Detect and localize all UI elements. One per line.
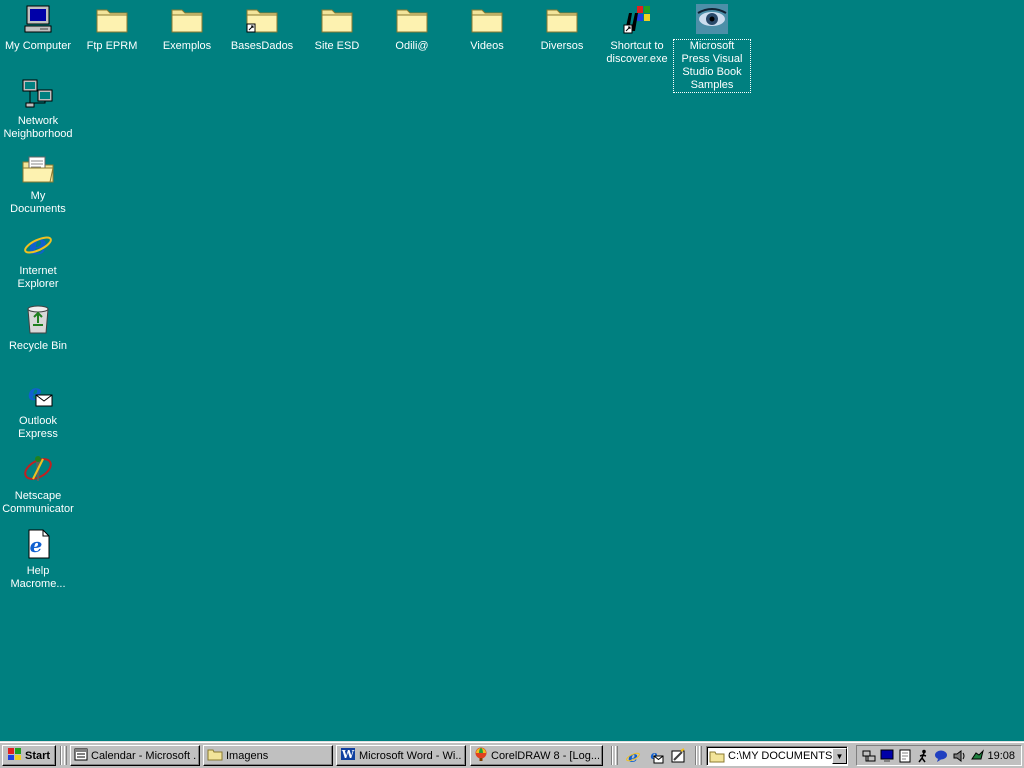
desktop-icon-site-esd[interactable]: Site ESD [299, 2, 375, 53]
coreldraw-balloon-icon [474, 747, 488, 765]
desktop-icon-label: Netscape Communicator [2, 490, 74, 515]
task-label: Calendar - Microsoft ... [91, 749, 196, 762]
desktop-icon-odili[interactable]: Odili@ [374, 2, 450, 53]
windows-logo-icon [6, 747, 22, 764]
desktop-icon-label: Videos [470, 40, 504, 52]
desktop-icon-my-computer[interactable]: My Computer [0, 2, 76, 53]
task-button-imagens[interactable]: Imagens [203, 745, 333, 766]
desktop-icon-label: Ftp EPRM [86, 40, 138, 52]
desktop-icon-label: Site ESD [314, 40, 360, 52]
task-button-coreldraw[interactable]: CorelDRAW 8 - [Log... [470, 745, 603, 766]
clock[interactable]: 19:08 [987, 750, 1021, 762]
task-button-word[interactable]: W Microsoft Word - Wi... [336, 745, 466, 766]
desktop-icon-label: Odili@ [395, 40, 429, 52]
desktop-icon-my-documents[interactable]: My Documents [0, 152, 76, 216]
desktop-icon-ftp-eprm[interactable]: Ftp EPRM [74, 2, 150, 53]
desktop-icon-label: Network Neighborhood [3, 115, 73, 140]
start-label: Start [25, 749, 51, 762]
documents-folder-icon [20, 152, 56, 186]
folder-icon [544, 2, 580, 36]
taskbar-separator [611, 746, 613, 765]
network-icon [20, 77, 56, 111]
outlook-express-icon: e [20, 377, 56, 411]
desktop-icon-outlook-express[interactable]: e Outlook Express [0, 377, 76, 441]
task-label: CorelDRAW 8 - [Log... [491, 749, 599, 762]
desktop-icon-exemplos[interactable]: Exemplos [149, 2, 225, 53]
quick-launch-grip[interactable] [615, 746, 618, 765]
desktop-icon-discover[interactable]: Shortcut to discover.exe [599, 2, 675, 66]
desktop-icon-netscape-communicator[interactable]: Netscape Communicator [0, 452, 76, 516]
eye-shortcut-icon [694, 2, 730, 36]
desktop-icon-label: Help Macrome... [10, 565, 66, 590]
folder-icon [169, 2, 205, 36]
desktop-icon-videos[interactable]: Videos [449, 2, 525, 53]
task-label: Microsoft Word - Wi... [359, 749, 462, 762]
system-tray: 19:08 [856, 745, 1022, 766]
taskbar-grip[interactable] [64, 746, 67, 765]
folder-icon [94, 2, 130, 36]
scheduler-tray-icon[interactable] [897, 748, 913, 764]
desktop-icon-recycle-bin[interactable]: Recycle Bin [0, 302, 76, 353]
desktop-icon-basesdados[interactable]: BasesDados [224, 2, 300, 53]
windows-flag-shortcut-icon [619, 2, 655, 36]
monitor-tray-icon[interactable] [879, 748, 895, 764]
word-icon: W [340, 747, 356, 764]
network-tray-icon[interactable] [861, 748, 877, 764]
desktop-icon-help-macromedia[interactable]: e Help Macrome... [0, 527, 76, 591]
help-document-icon: e [20, 527, 56, 561]
desktop-icon-ms-press[interactable]: Microsoft Press Visual Studio Book Sampl… [673, 2, 751, 93]
volume-icon[interactable] [951, 748, 967, 764]
desktop-icon-label: Recycle Bin [8, 340, 68, 352]
desktop-icon-diversos[interactable]: Diversos [524, 2, 600, 53]
desktop-icon-label: Shortcut to discover.exe [606, 40, 668, 65]
desktop-icon-network-neighborhood[interactable]: Network Neighborhood [0, 77, 76, 141]
computer-icon [20, 2, 56, 36]
quick-launch-show-desktop-icon[interactable] [669, 747, 687, 765]
desktop-icon-label: Microsoft Press Visual Studio Book Sampl… [673, 39, 751, 93]
taskbar: Start Calendar - Microsoft ... Imagens W… [0, 741, 1024, 768]
folder-icon [207, 748, 223, 764]
folder-icon [319, 2, 355, 36]
desktop-icon-internet-explorer[interactable]: e Internet Explorer [0, 227, 76, 291]
hand-tray-icon[interactable] [969, 748, 985, 764]
desktop-icon-label: Internet Explorer [17, 265, 59, 290]
desktop-icon-label: My Computer [4, 40, 72, 52]
svg-text:e: e [29, 228, 47, 260]
desktop-icon-label: Outlook Express [18, 415, 58, 440]
start-button[interactable]: Start [2, 745, 56, 766]
desktop-icon-label: Exemplos [162, 40, 212, 52]
internet-explorer-icon: e [20, 227, 56, 261]
chat-tray-icon[interactable] [933, 748, 949, 764]
desktop-icon-label: Diversos [540, 40, 584, 52]
quick-launch-internet-explorer-icon[interactable]: e [624, 747, 642, 765]
quick-launch-outlook-express-icon[interactable]: e [647, 747, 665, 765]
folder-shortcut-icon [244, 2, 280, 36]
taskbar-separator [60, 746, 62, 765]
desktop-icon-label: BasesDados [230, 40, 294, 52]
task-label: Imagens [226, 749, 269, 762]
chevron-down-icon[interactable]: ▼ [832, 748, 847, 764]
svg-text:W: W [341, 748, 355, 761]
taskbar-separator [695, 746, 697, 765]
runner-tray-icon[interactable] [915, 748, 931, 764]
netscape-icon [20, 452, 56, 486]
recycle-bin-icon [20, 302, 56, 336]
address-bar[interactable]: C:\MY DOCUMENTS ▼ [706, 746, 848, 766]
address-input[interactable]: C:\MY DOCUMENTS [725, 750, 832, 762]
task-button-calendar[interactable]: Calendar - Microsoft ... [70, 745, 200, 766]
folder-icon [469, 2, 505, 36]
desktop-icon-label: My Documents [10, 190, 66, 215]
calendar-icon [74, 747, 88, 764]
svg-text:e: e [30, 533, 43, 557]
folder-icon [394, 2, 430, 36]
folder-icon [709, 750, 725, 763]
address-toolbar-grip[interactable] [699, 746, 702, 765]
